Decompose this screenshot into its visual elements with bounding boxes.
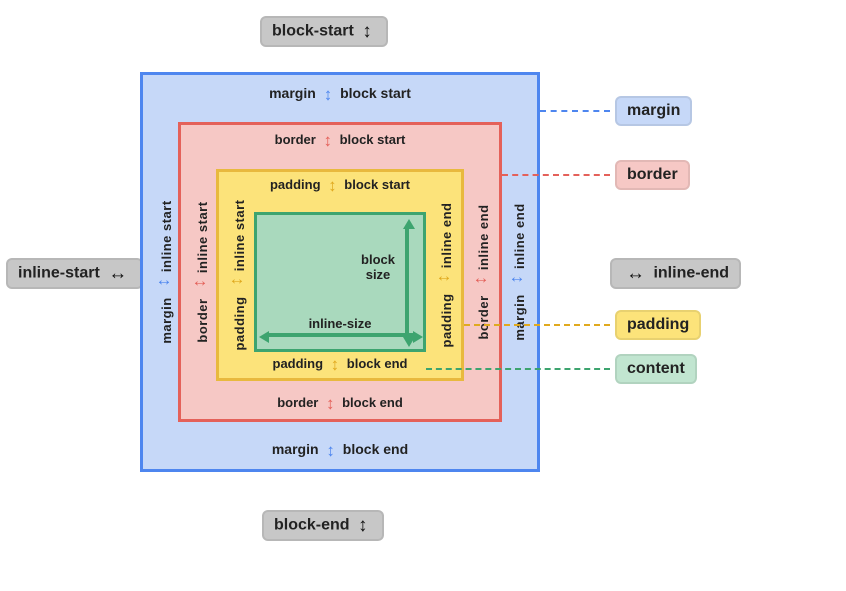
margin-text: margin — [269, 85, 316, 101]
border-right-label: border ↔ inline end — [468, 204, 494, 339]
legend-content-label: content — [627, 360, 685, 377]
arrow-right-icon — [413, 331, 423, 343]
legend-border-label: border — [627, 166, 678, 183]
leftright-arrow-icon: ↔ — [508, 273, 526, 290]
leftright-arrow-icon: ↔ — [435, 272, 453, 289]
border-left-label: border ↔ inline start — [187, 201, 213, 342]
chip-block-start: block-start ↕ — [260, 16, 388, 47]
inline-end-text: inline end — [512, 203, 527, 269]
legend-content: content — [615, 354, 697, 384]
padding-text: padding — [270, 177, 321, 192]
leader-margin — [540, 110, 610, 112]
block-size-arrow-line — [405, 227, 409, 339]
block-start-text: block start — [340, 85, 411, 101]
leftright-arrow-icon: ↔ — [228, 275, 246, 292]
padding-text: padding — [273, 356, 324, 371]
leftright-arrow-icon: ↔ — [191, 277, 209, 294]
leftright-arrow-icon: ↔ — [626, 264, 645, 283]
padding-bottom-label: padding ↕ block end — [273, 356, 408, 373]
content-box: block size inline-size — [254, 212, 426, 352]
leftright-arrow-icon: ↔ — [108, 264, 127, 283]
inline-size-arrow-line — [267, 333, 415, 337]
margin-text: margin — [159, 297, 174, 343]
block-start-text: block start — [344, 177, 410, 192]
updown-arrow-icon: ↕ — [331, 356, 340, 373]
leader-padding — [464, 324, 610, 326]
updown-arrow-icon: ↕ — [326, 395, 335, 412]
border-text: border — [476, 295, 491, 339]
padding-left-label: padding ↔ inline start — [224, 199, 250, 350]
inline-size-label: inline-size — [309, 316, 372, 331]
updown-arrow-icon: ↕ — [323, 132, 332, 149]
updown-arrow-icon: ↕ — [328, 177, 337, 194]
legend-padding-label: padding — [627, 316, 689, 333]
leader-border — [502, 174, 610, 176]
legend-margin-label: margin — [627, 102, 680, 119]
updown-arrow-icon: ↕ — [362, 22, 372, 41]
border-text: border — [275, 132, 316, 147]
inline-end-text: inline end — [439, 203, 454, 269]
inline-start-text: inline start — [159, 200, 174, 272]
legend-padding: padding — [615, 310, 701, 340]
chip-inline-end-label: inline-end — [653, 265, 729, 282]
chip-inline-start: inline-start ↔ — [6, 258, 143, 289]
inline-start-text: inline start — [232, 199, 247, 271]
inline-start-text: inline start — [195, 201, 210, 273]
block-end-text: block end — [343, 441, 408, 457]
chip-block-start-label: block-start — [272, 23, 354, 40]
block-end-text: block end — [342, 395, 403, 410]
block-size-label: block size — [361, 253, 395, 283]
padding-top-label: padding ↕ block start — [270, 177, 410, 194]
leader-content — [426, 368, 610, 370]
padding-text: padding — [439, 293, 454, 347]
margin-top-label: margin ↕ block start — [269, 85, 411, 103]
legend-margin: margin — [615, 96, 692, 126]
updown-arrow-icon: ↕ — [358, 516, 368, 535]
border-bottom-label: border ↕ block end — [277, 395, 403, 412]
margin-text: margin — [272, 441, 319, 457]
padding-right-label: padding ↔ inline end — [431, 203, 457, 348]
chip-inline-end: ↔ inline-end — [610, 258, 741, 289]
margin-bottom-label: margin ↕ block end — [272, 441, 408, 459]
diagram-stage: block-start ↕ block-end ↕ inline-start ↔… — [0, 0, 846, 591]
border-text: border — [277, 395, 318, 410]
chip-block-end: block-end ↕ — [262, 510, 384, 541]
leftright-arrow-icon: ↔ — [155, 276, 173, 293]
inline-end-text: inline end — [476, 204, 491, 270]
margin-left-label: margin ↔ inline start — [151, 200, 177, 343]
margin-right-label: margin ↔ inline end — [504, 203, 530, 340]
arrow-up-icon — [403, 219, 415, 229]
arrow-left-icon — [259, 331, 269, 343]
border-text: border — [195, 298, 210, 342]
border-top-label: border ↕ block start — [275, 132, 406, 149]
updown-arrow-icon: ↕ — [324, 86, 333, 103]
legend-border: border — [615, 160, 690, 190]
block-start-text: block start — [340, 132, 406, 147]
block-end-text: block end — [347, 356, 408, 371]
margin-text: margin — [512, 294, 527, 340]
chip-inline-start-label: inline-start — [18, 265, 100, 282]
leftright-arrow-icon: ↔ — [472, 274, 490, 291]
padding-text: padding — [232, 296, 247, 350]
updown-arrow-icon: ↕ — [326, 442, 335, 459]
chip-block-end-label: block-end — [274, 517, 350, 534]
